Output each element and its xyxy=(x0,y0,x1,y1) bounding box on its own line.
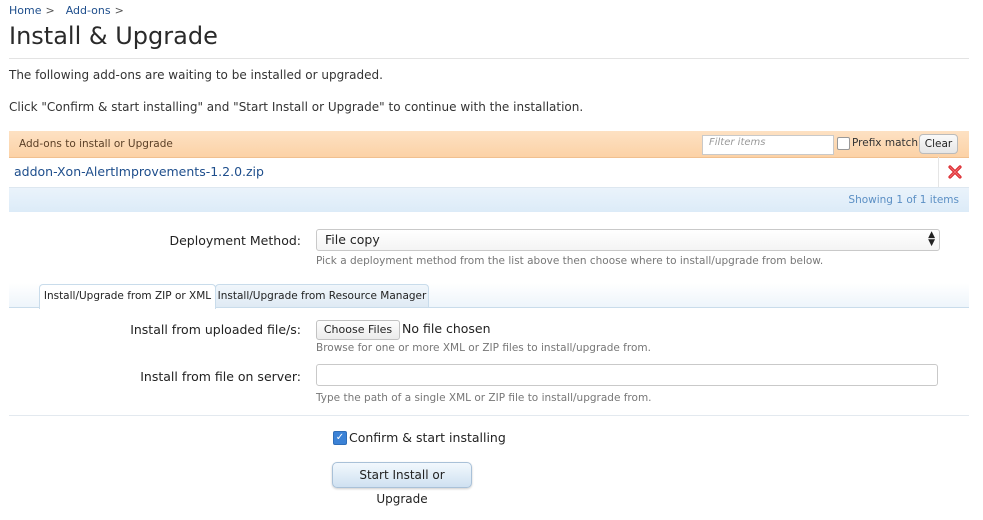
select-arrows-icon: ▲ ▼ xyxy=(928,230,935,248)
clear-filter-button[interactable]: Clear xyxy=(919,134,958,154)
title-divider xyxy=(9,58,969,59)
breadcrumb-home[interactable]: Home xyxy=(9,4,41,17)
addon-list-header: Add-ons to install or Upgrade Filter ite… xyxy=(9,131,969,158)
deployment-hint: Pick a deployment method from the list a… xyxy=(316,255,824,267)
filter-items-input[interactable]: Filter items xyxy=(702,135,834,155)
addon-list-title: Add-ons to install or Upgrade xyxy=(19,138,173,150)
showing-count: Showing 1 of 1 items xyxy=(848,194,959,206)
upload-hint: Browse for one or more XML or ZIP files … xyxy=(316,342,651,354)
list-item: addon-Xon-AlertImprovements-1.2.0.zip xyxy=(9,157,969,188)
tab-zip-xml[interactable]: Install/Upgrade from ZIP or XML xyxy=(39,284,216,309)
server-file-label: Install from file on server: xyxy=(140,369,301,384)
deployment-method-value: File copy xyxy=(325,232,380,247)
section-divider xyxy=(9,415,969,416)
intro-text: The following add-ons are waiting to be … xyxy=(9,68,383,82)
server-file-hint: Type the path of a single XML or ZIP fil… xyxy=(316,392,652,404)
instruction-text: Click "Confirm & start installing" and "… xyxy=(9,100,584,114)
prefix-match-checkbox[interactable] xyxy=(837,137,850,150)
no-file-text: No file chosen xyxy=(402,321,491,336)
server-file-input[interactable] xyxy=(316,364,938,386)
row-divider xyxy=(938,157,939,187)
red-x-icon[interactable] xyxy=(948,165,962,179)
addon-list-footer: Showing 1 of 1 items xyxy=(9,188,969,212)
confirm-checkbox[interactable]: ✓ xyxy=(333,431,347,445)
addon-file-link[interactable]: addon-Xon-AlertImprovements-1.2.0.zip xyxy=(14,164,264,179)
breadcrumb-addons[interactable]: Add-ons xyxy=(66,4,111,17)
deployment-method-label: Deployment Method: xyxy=(169,233,301,248)
prefix-match-label: Prefix match xyxy=(852,137,919,149)
tab-resource-manager[interactable]: Install/Upgrade from Resource Manager xyxy=(215,284,429,307)
breadcrumb: Home > Add-ons > xyxy=(9,4,135,17)
page-title: Install & Upgrade xyxy=(9,22,218,50)
confirm-label[interactable]: Confirm & start installing xyxy=(349,430,506,445)
breadcrumb-separator: > xyxy=(114,4,124,17)
breadcrumb-separator: > xyxy=(45,4,55,17)
start-install-button[interactable]: Start Install or Upgrade xyxy=(332,462,472,506)
choose-files-button[interactable]: Choose Files xyxy=(316,320,400,340)
deployment-method-select[interactable]: File copy ▲ ▼ xyxy=(316,229,940,251)
upload-label: Install from uploaded file/s: xyxy=(130,322,301,337)
